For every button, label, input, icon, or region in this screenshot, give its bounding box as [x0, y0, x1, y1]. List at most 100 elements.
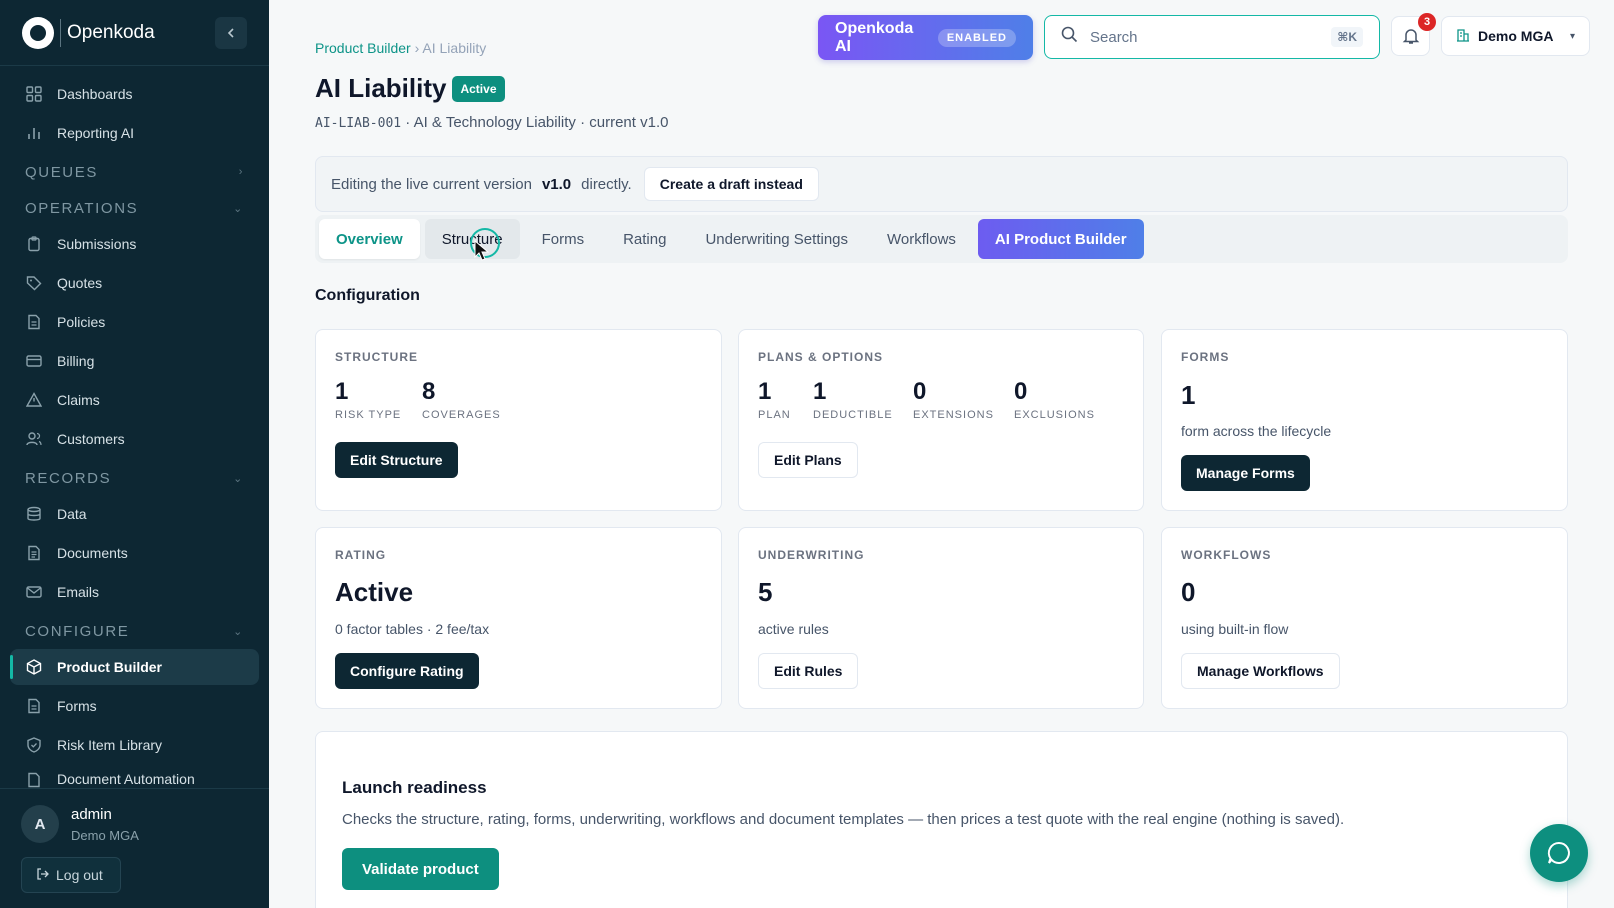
breadcrumb-current: AI Liability	[422, 40, 487, 56]
breadcrumb-parent-link[interactable]: Product Builder	[315, 40, 411, 56]
mouse-pointer-icon	[474, 240, 490, 261]
sidebar-item-label: Documents	[57, 545, 128, 561]
configure-rating-button[interactable]: Configure Rating	[335, 653, 479, 689]
tab-overview[interactable]: Overview	[319, 219, 420, 259]
openkoda-ai-button[interactable]: Openkoda AI ENABLED	[818, 15, 1033, 60]
stat-exclusions: 0 EXCLUSIONS	[1014, 378, 1095, 421]
stat-value: 1	[813, 378, 827, 405]
file-icon	[25, 313, 43, 331]
sidebar-item-label: Reporting AI	[57, 125, 135, 141]
rating-sub: 0 factor tables · 2 fee/tax	[335, 621, 490, 637]
stat-label: COVERAGES	[422, 409, 501, 421]
search-icon	[1061, 26, 1078, 48]
workflows-count: 0	[1181, 577, 1196, 607]
stat-extensions: 0 EXTENSIONS	[913, 378, 994, 421]
manage-forms-button[interactable]: Manage Forms	[1181, 455, 1310, 491]
product-meta-text: · AI & Technology Liability · current v1…	[401, 114, 669, 131]
box-icon	[25, 658, 43, 676]
stat-label: PLAN	[758, 409, 791, 421]
launch-description: Checks the structure, rating, forms, und…	[342, 811, 1345, 828]
stat-label: DEDUCTIBLE	[813, 409, 893, 421]
section-queues[interactable]: QUEUES ›	[0, 154, 269, 190]
section-operations[interactable]: OPERATIONS ⌄	[0, 190, 269, 226]
plans-card: PLANS & OPTIONS 1 PLAN 1 DEDUCTIBLE 0 EX…	[738, 329, 1144, 511]
notice-text-post: directly.	[581, 175, 632, 193]
mail-icon	[25, 583, 43, 601]
brand: Openkoda	[0, 0, 269, 66]
sidebar-item-product-builder[interactable]: Product Builder	[10, 649, 259, 685]
org-switcher[interactable]: Demo MGA ▾	[1441, 16, 1590, 56]
tab-workflows[interactable]: Workflows	[870, 219, 973, 259]
avatar[interactable]: A	[21, 805, 59, 843]
logout-button[interactable]: Log out	[21, 857, 121, 893]
sidebar-item-data[interactable]: Data	[10, 496, 259, 532]
form-icon	[25, 697, 43, 715]
notification-count-badge: 3	[1418, 13, 1436, 31]
building-icon	[1456, 28, 1470, 45]
sidebar-item-document-automation[interactable]: Document Automation	[10, 766, 259, 790]
search-shortcut: ⌘K	[1331, 27, 1363, 47]
stat-value: 0	[1014, 378, 1028, 405]
card-label: STRUCTURE	[335, 350, 418, 364]
search-input[interactable]	[1090, 28, 1332, 46]
section-records[interactable]: RECORDS ⌄	[0, 460, 269, 496]
chevron-down-icon: ▾	[1569, 30, 1575, 42]
brand-name: Openkoda	[67, 21, 155, 43]
shield-icon	[25, 736, 43, 754]
sidebar-nav: Dashboards Reporting AI QUEUES › OPERATI…	[0, 66, 269, 790]
edit-rules-button[interactable]: Edit Rules	[758, 653, 859, 689]
sidebar-item-billing[interactable]: Billing	[10, 343, 259, 379]
tab-rating[interactable]: Rating	[606, 219, 683, 259]
sidebar-item-documents[interactable]: Documents	[10, 535, 259, 571]
section-configure[interactable]: CONFIGURE ⌄	[0, 613, 269, 649]
breadcrumb-separator: ›	[414, 40, 420, 56]
logout-label: Log out	[56, 867, 103, 883]
tab-underwriting-settings[interactable]: Underwriting Settings	[688, 219, 865, 259]
tab-ai-product-builder[interactable]: AI Product Builder	[977, 219, 1144, 259]
tab-forms[interactable]: Forms	[525, 219, 602, 259]
section-label: OPERATIONS	[25, 199, 139, 217]
user-org: Demo MGA	[71, 828, 139, 843]
manage-workflows-button[interactable]: Manage Workflows	[1181, 653, 1340, 689]
sidebar-item-label: Forms	[57, 698, 97, 714]
sidebar-item-dashboards[interactable]: Dashboards	[10, 76, 259, 112]
sidebar-item-customers[interactable]: Customers	[10, 421, 259, 457]
tag-icon	[25, 274, 43, 292]
underwriting-count: 5	[758, 577, 773, 607]
tab-structure[interactable]: Structure	[424, 219, 520, 259]
sidebar-item-submissions[interactable]: Submissions	[10, 226, 259, 262]
sidebar-item-emails[interactable]: Emails	[10, 574, 259, 610]
stat-plan: 1 PLAN	[758, 378, 791, 421]
stat-label: EXTENSIONS	[913, 409, 994, 421]
forms-card: FORMS 1 form across the lifecycle Manage…	[1161, 329, 1568, 511]
sidebar-item-risk-item-library[interactable]: Risk Item Library	[10, 727, 259, 763]
sidebar-item-label: Quotes	[57, 275, 103, 291]
sidebar-item-reporting-ai[interactable]: Reporting AI	[10, 115, 259, 151]
ai-button-label: Openkoda AI	[835, 19, 914, 55]
validate-product-button[interactable]: Validate product	[342, 848, 499, 890]
search-bar[interactable]: ⌘K	[1044, 15, 1380, 59]
chat-button[interactable]	[1530, 824, 1588, 882]
create-draft-button[interactable]: Create a draft instead	[643, 167, 819, 201]
card-label: RATING	[335, 548, 387, 562]
warning-icon	[25, 391, 43, 409]
collapse-sidebar-button[interactable]	[215, 16, 247, 49]
sidebar-item-claims[interactable]: Claims	[10, 382, 259, 418]
chat-bubble-icon	[1547, 841, 1570, 864]
section-label: QUEUES	[25, 163, 98, 181]
stat-value: 1	[335, 378, 349, 405]
chevron-down-icon: ⌄	[233, 625, 244, 638]
sidebar-item-policies[interactable]: Policies	[10, 304, 259, 340]
sidebar-item-forms[interactable]: Forms	[10, 688, 259, 724]
sidebar-item-label: Policies	[57, 314, 106, 330]
chevron-right-icon: ›	[238, 166, 244, 178]
page-title: AI Liability	[315, 73, 447, 103]
stat-deductible: 1 DEDUCTIBLE	[813, 378, 893, 421]
edit-plans-button[interactable]: Edit Plans	[758, 442, 858, 478]
live-edit-notice: Editing the live current version v1.0 di…	[315, 156, 1568, 212]
edit-structure-button[interactable]: Edit Structure	[335, 442, 458, 478]
product-meta: AI-LIAB-001 · AI & Technology Liability …	[315, 114, 668, 131]
sidebar-item-label: Risk Item Library	[57, 737, 163, 753]
sidebar-item-label: Product Builder	[57, 659, 163, 675]
sidebar-item-quotes[interactable]: Quotes	[10, 265, 259, 301]
